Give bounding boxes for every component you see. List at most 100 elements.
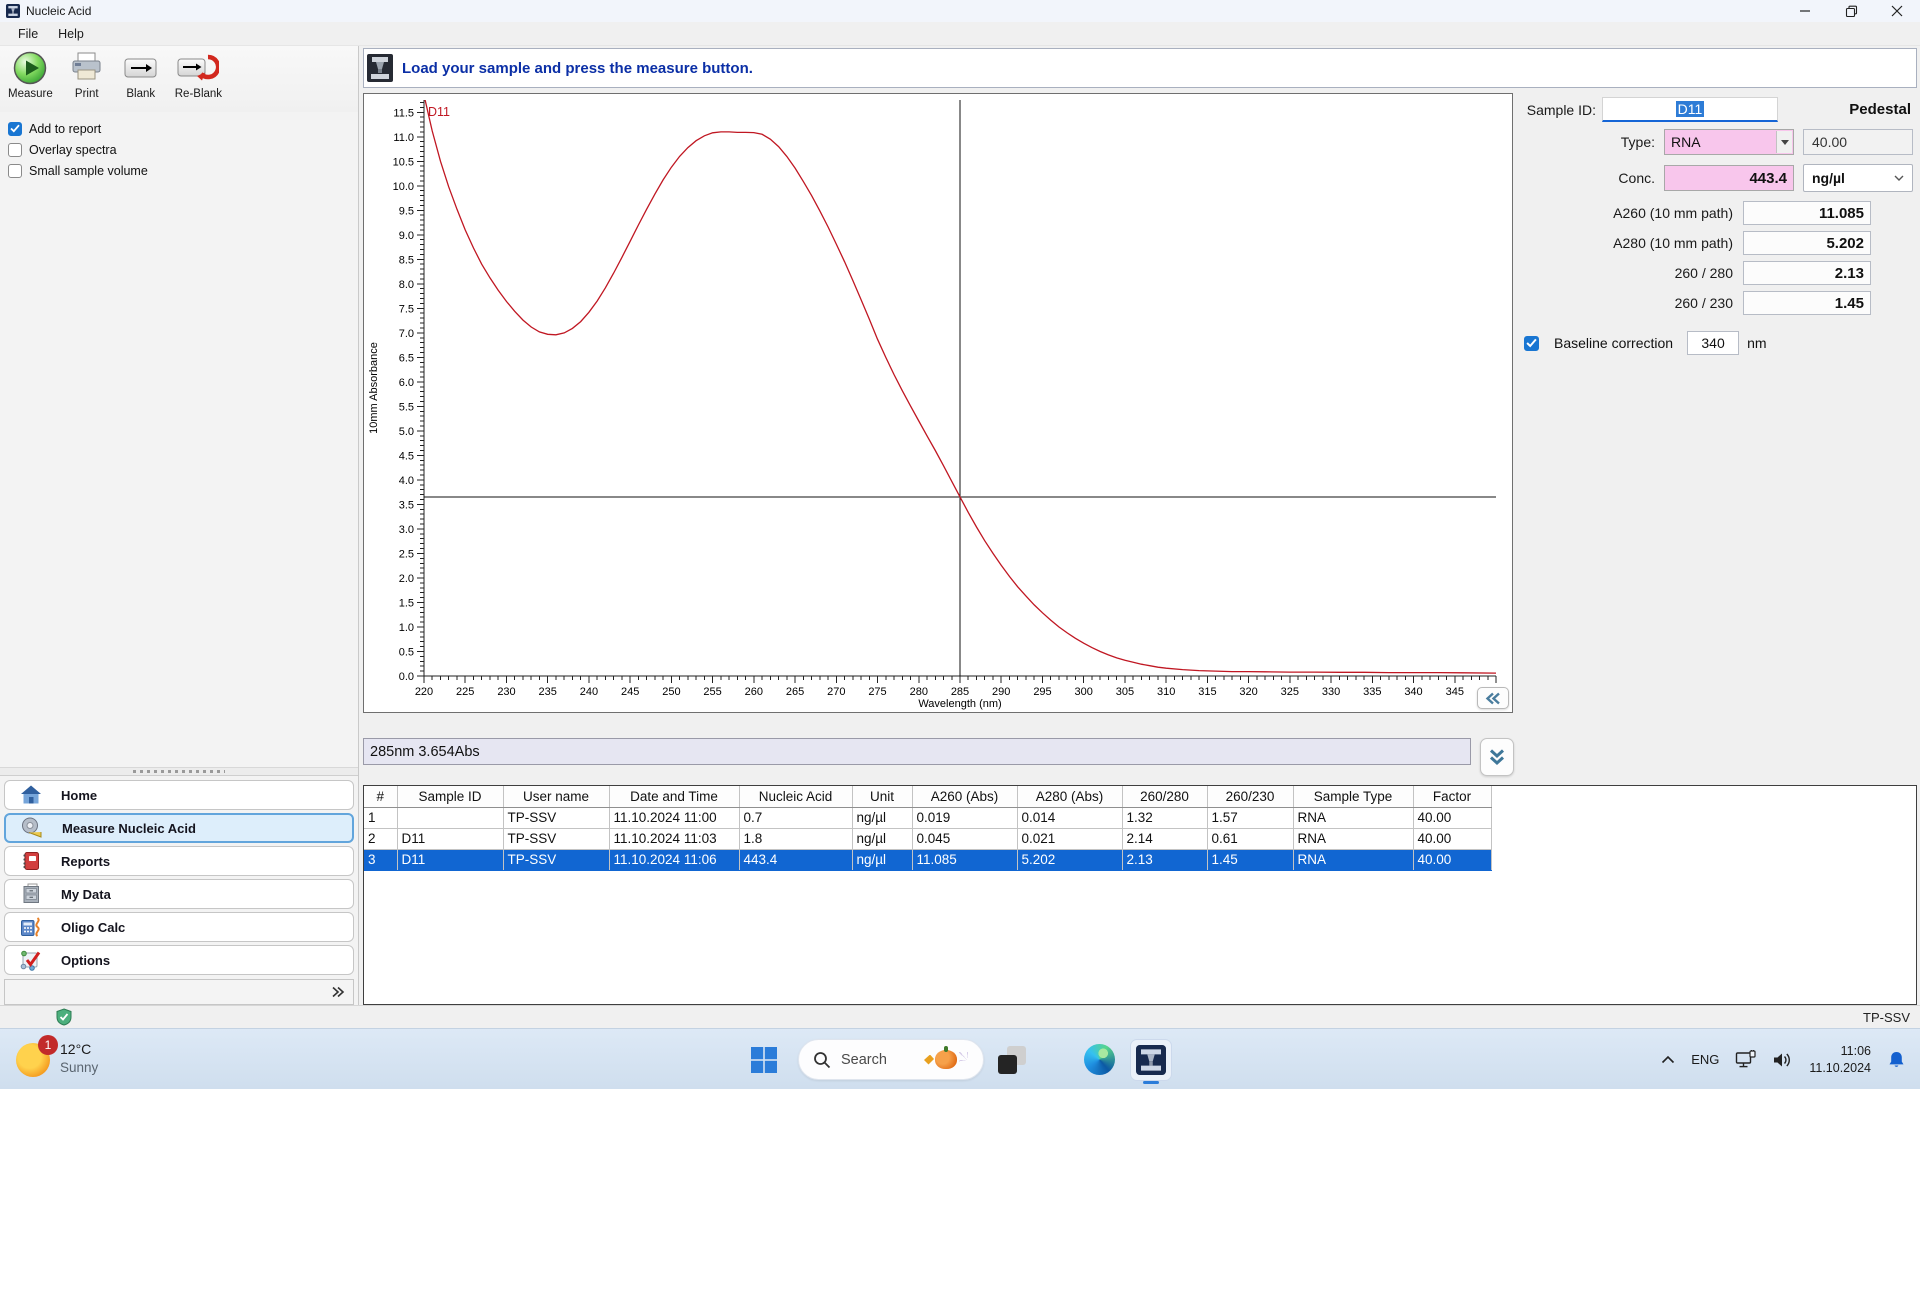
conc-unit-select[interactable]: ng/µl (1803, 164, 1913, 192)
column-header[interactable]: 260/280 (1122, 786, 1208, 808)
column-header[interactable]: Nucleic Acid (739, 786, 853, 808)
column-header[interactable]: 260/230 (1207, 786, 1294, 808)
column-header[interactable]: # (364, 786, 398, 808)
spectrum-chart[interactable]: 220 225 230 235 240 245 250 255 260 265 270 275 280 2… (363, 93, 1513, 713)
sidebar-collapse-button[interactable] (4, 979, 354, 1005)
svg-text:11.5: 11.5 (393, 107, 414, 119)
app-status-bar: TP-SSV (0, 1005, 1920, 1028)
table-row[interactable]: 1 TP-SSV 11.10.2024 11:00 0.7 ng/µl 0.019 0.01… (364, 807, 1492, 829)
svg-text:10.5: 10.5 (393, 156, 414, 168)
column-header[interactable]: Date and Time (609, 786, 740, 808)
sidebar-item-oligo-calc[interactable]: Oligo Calc (4, 912, 354, 942)
clock[interactable]: 11:06 11.10.2024 (1809, 1043, 1871, 1077)
checkbox-overlay-spectra[interactable]: Overlay spectra (8, 139, 358, 160)
menu-bar: File Help (0, 22, 1920, 46)
sidebar-item-my-data[interactable]: My Data (4, 879, 354, 909)
volume-icon[interactable] (1773, 1051, 1793, 1069)
tray-chevron-up-icon[interactable] (1661, 1055, 1675, 1064)
language-indicator[interactable]: ENG (1691, 1052, 1719, 1067)
start-button[interactable] (744, 1040, 784, 1080)
table-row[interactable]: 3 D11 TP-SSV 11.10.2024 11:06 443.4 ng/µl 11.0… (364, 849, 1492, 871)
table-cell: 0.61 (1207, 828, 1294, 850)
edge-browser-button[interactable] (1084, 1044, 1115, 1075)
close-button[interactable] (1874, 0, 1920, 22)
table-cell: 40.00 (1413, 807, 1492, 829)
table-cell: 443.4 (739, 849, 853, 871)
table-cell: 2 (364, 828, 398, 850)
menu-help[interactable]: Help (48, 24, 94, 44)
baseline-checkbox[interactable] (1524, 335, 1539, 351)
restore-button[interactable] (1828, 0, 1874, 22)
conc-label: Conc. (1618, 170, 1655, 186)
table-cell: RNA (1293, 807, 1414, 829)
sample-id-input[interactable]: D11 (1602, 97, 1778, 122)
svg-text:1.0: 1.0 (399, 622, 414, 634)
ratio-260-230-label: 260 / 230 (1674, 295, 1733, 311)
checkbox-empty-icon (8, 142, 22, 157)
column-header[interactable]: A280 (Abs) (1017, 786, 1123, 808)
task-view-button[interactable] (998, 1045, 1026, 1074)
svg-text:7.5: 7.5 (399, 303, 414, 315)
checkbox-small-sample-volume[interactable]: Small sample volume (8, 160, 358, 181)
sidebar-item-measure-nucleic-acid[interactable]: Measure Nucleic Acid (4, 813, 354, 843)
svg-text:315: 315 (1198, 686, 1216, 698)
status-user: TP-SSV (1863, 1009, 1910, 1025)
sidebar-item-options[interactable]: Options (4, 945, 354, 975)
column-header[interactable]: Unit (852, 786, 913, 808)
measure-button[interactable]: Measure (8, 50, 53, 100)
column-header[interactable]: A260 (Abs) (912, 786, 1018, 808)
column-header[interactable]: Sample Type (1293, 786, 1414, 808)
table-cell: 1.32 (1122, 807, 1208, 829)
taskbar: 1 12°C Sunny Search ENG 11:06 11.10.2024 (0, 1028, 1920, 1089)
reblank-icon (177, 50, 220, 86)
conc-field[interactable]: 443.4 (1664, 165, 1794, 191)
blank-icon (123, 50, 159, 86)
svg-text:340: 340 (1404, 686, 1422, 698)
svg-text:6.5: 6.5 (399, 352, 414, 364)
expand-table-button[interactable] (1480, 738, 1514, 776)
table-cell: 0.014 (1017, 807, 1123, 829)
checkbox-add-to-report[interactable]: Add to report (8, 118, 358, 139)
type-select[interactable]: RNA (1664, 129, 1794, 155)
left-empty-area (0, 181, 358, 767)
minimize-button[interactable] (1782, 0, 1828, 22)
measure-icon (12, 50, 48, 86)
sidebar-item-reports[interactable]: Reports (4, 846, 354, 876)
table-cell: TP-SSV (503, 807, 610, 829)
app-window: Nucleic Acid File Help Measure Print Bla… (0, 0, 1920, 1028)
svg-text:7.0: 7.0 (399, 328, 414, 340)
table-row[interactable]: 2 D11 TP-SSV 11.10.2024 11:03 1.8 ng/µl 0.045 0… (364, 828, 1492, 850)
svg-text:220: 220 (415, 686, 433, 698)
panel-splitter[interactable] (0, 767, 358, 776)
table-cell: D11 (397, 849, 504, 871)
table-cell: TP-SSV (503, 828, 610, 850)
column-header[interactable]: Sample ID (397, 786, 504, 808)
baseline-wavelength-input[interactable]: 340 (1687, 331, 1740, 355)
reblank-button[interactable]: Re-Blank (175, 50, 222, 100)
shield-check-icon (56, 1008, 72, 1026)
column-header[interactable]: Factor (1413, 786, 1492, 808)
menu-file[interactable]: File (8, 24, 48, 44)
ratio-260-280-value: 2.13 (1743, 261, 1871, 285)
blank-button[interactable]: Blank (121, 50, 161, 100)
weather-widget[interactable]: 1 12°C Sunny (16, 1035, 98, 1077)
svg-text:10.0: 10.0 (393, 181, 414, 193)
column-header[interactable]: User name (503, 786, 610, 808)
window-title: Nucleic Acid (26, 4, 92, 18)
nucleic-acid-app-button[interactable] (1129, 1036, 1173, 1084)
svg-text:4.0: 4.0 (399, 475, 414, 487)
factor-field: 40.00 (1803, 129, 1913, 155)
chart-collapse-button[interactable] (1477, 687, 1509, 709)
network-icon[interactable] (1735, 1049, 1757, 1070)
svg-text:2.5: 2.5 (399, 548, 414, 560)
print-button[interactable]: Print (67, 50, 107, 100)
results-table[interactable]: # Sample ID User name Date and Time Nucleic … (364, 786, 1492, 871)
table-cell: RNA (1293, 828, 1414, 850)
svg-text:2.0: 2.0 (399, 573, 414, 585)
splitter-grip-icon (133, 770, 225, 773)
svg-text:260: 260 (745, 686, 763, 698)
print-icon (69, 50, 105, 86)
notification-bell-icon[interactable] (1887, 1050, 1906, 1070)
search-box[interactable]: Search (798, 1039, 984, 1080)
sidebar-item-home[interactable]: Home (4, 780, 354, 810)
